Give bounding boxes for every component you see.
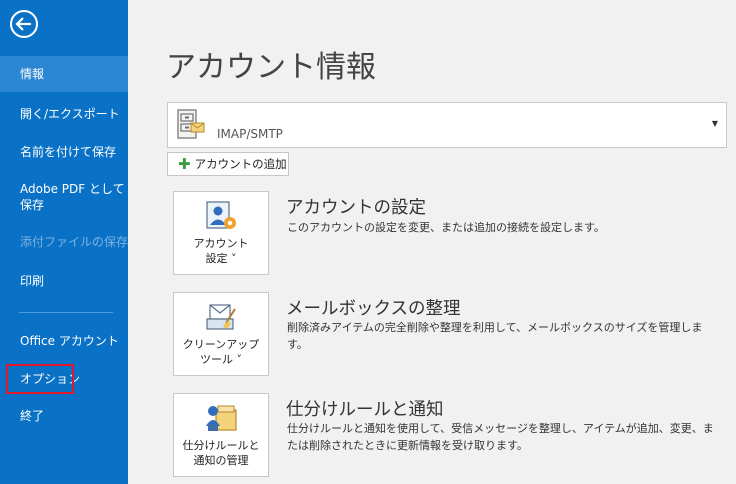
account-settings-icon xyxy=(206,201,236,229)
chevron-down-icon: ▼ xyxy=(711,119,718,128)
cleanup-tools-button[interactable]: クリーンアップ ツール ˅ xyxy=(173,292,269,376)
section-desc-rules-alerts: 仕分けルールと通知を使用して、受信メッセージを整理し、アイテムが追加、変更、また… xyxy=(287,422,714,452)
nav-item-save-as-adobe-pdf[interactable]: Adobe PDF として 保存 xyxy=(0,181,128,213)
rules-alerts-icon xyxy=(206,405,237,431)
manage-rules-alerts-button[interactable]: 仕分けルールと 通知の管理 xyxy=(173,393,269,477)
account-settings-button[interactable]: アカウント 設定 ˅ xyxy=(173,191,269,275)
nav-item-exit[interactable]: 終了 xyxy=(0,408,128,424)
nav-item-print[interactable]: 印刷 xyxy=(0,273,128,289)
nav-divider xyxy=(19,312,113,313)
account-selector-dropdown[interactable]: IMAP/SMTP ▼ xyxy=(167,102,727,148)
section-title-rules-alerts: 仕分けルールと通知 xyxy=(286,400,444,420)
nav-item-info[interactable]: 情報 xyxy=(0,56,128,92)
mail-account-icon xyxy=(177,109,205,139)
back-arrow-icon xyxy=(10,10,38,38)
backstage-sidebar: 情報 開く/エクスポート 名前を付けて保存 Adobe PDF として 保存 添… xyxy=(0,0,128,484)
page-title: アカウント情報 xyxy=(166,50,376,85)
plus-icon: ✚ xyxy=(178,155,191,173)
nav-item-office-account[interactable]: Office アカウント xyxy=(0,333,128,349)
nav-item-save-attachments: 添付ファイルの保存 xyxy=(20,235,129,249)
section-desc-mailbox-cleanup: 削除済みアイテムの完全削除や整理を利用して、メールボックスのサイズを管理します。 xyxy=(287,321,703,351)
account-type-label: IMAP/SMTP xyxy=(217,127,283,141)
section-title-account-settings: アカウントの設定 xyxy=(286,198,426,218)
section-desc-account-settings: このアカウントの設定を変更、または追加の接続を設定します。 xyxy=(287,221,605,234)
options-highlight-box xyxy=(6,364,74,394)
cleanup-tools-icon xyxy=(206,304,236,330)
nav-item-open-export[interactable]: 開く/エクスポート xyxy=(0,106,128,122)
section-title-mailbox-cleanup: メールボックスの整理 xyxy=(286,299,461,319)
back-button[interactable] xyxy=(4,4,44,44)
nav-item-save-as[interactable]: 名前を付けて保存 xyxy=(0,144,128,160)
add-account-button[interactable]: ✚ アカウントの追加 xyxy=(167,152,289,176)
